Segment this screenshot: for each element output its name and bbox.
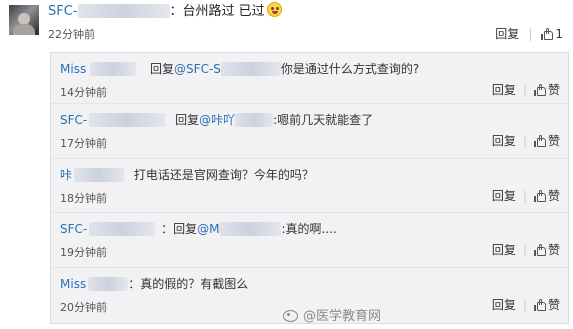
reply-item: Miss 回复@SFC-S 你是通过什么方式查询的? 14分钟前 回复 | 赞 [51,53,568,104]
thumbs-up-icon [541,27,554,40]
reply-time: 17分钟前 [60,137,107,150]
thumbs-up-icon[interactable] [533,243,546,256]
avatar[interactable] [9,5,39,35]
thumbs-up-icon[interactable] [533,134,546,147]
reply-text-line: Miss ：真的假的？有截图么 [60,274,248,294]
like-button[interactable]: 赞 [548,132,560,149]
reply-time: 14分钟前 [60,86,107,99]
reply-prefix: ：回复 [161,222,198,236]
weibo-logo-icon [283,308,299,322]
reply-target-user[interactable]: @咔吖 [199,113,235,127]
like-button[interactable]: 1 [541,27,563,41]
redacted-username [77,4,170,18]
reply-target-user[interactable]: @SFC-S [174,62,221,76]
reply-username[interactable]: Miss [60,62,86,76]
reply-prefix: 回复 [175,113,200,127]
reply-text-line: Miss 回复@SFC-S 你是通过什么方式查询的? [60,59,419,79]
reply-time: 18分钟前 [60,192,107,205]
reply-username[interactable]: SFC- [60,113,87,127]
watermark-text: @医学教育网 [303,309,382,324]
redacted-username [219,222,282,236]
comment-username[interactable]: SFC- [48,4,78,19]
divider: | [522,242,527,257]
comment-colon: ： [169,4,183,19]
top-comment: SFC- ：台州路过 已过 22分钟前 回复 | 1 [0,0,573,52]
reply-button[interactable]: 回复 [492,241,516,258]
divider: | [522,133,527,148]
reply-text-line: 咔 打电话还是官网查询？今年的吗？ [60,165,314,185]
divider: | [522,82,527,97]
reply-button[interactable]: 回复 [492,187,516,204]
thumbs-up-icon[interactable] [533,189,546,202]
reply-time: 20分钟前 [60,301,107,314]
reply-target-user[interactable]: @M [197,222,219,236]
redacted-username [89,222,156,236]
like-button[interactable]: 赞 [548,241,560,258]
comment-text: 台州路过 已过 [182,4,265,19]
reply-actions: 回复 | 赞 [492,132,560,149]
thumbs-up-icon[interactable] [533,83,546,96]
like-count: 1 [555,26,563,41]
thumbs-up-icon[interactable] [533,298,546,311]
reply-button[interactable]: 回复 [492,132,516,149]
reply-item: SFC- ：回复@M :真的啊.... 19分钟前 回复 | 赞 [51,213,568,268]
reply-text-line: SFC- 回复@咔吖 :嗯前几天就能查了 [60,110,373,130]
comment-text-line: SFC- ：台州路过 已过 [48,2,282,22]
reply-item: 咔 打电话还是官网查询？今年的吗？ 18分钟前 回复 | 赞 [51,159,568,213]
reply-username[interactable]: Miss [60,277,86,291]
reply-username[interactable]: SFC- [60,222,87,236]
reply-actions: 回复 | 赞 [492,241,560,258]
like-button[interactable]: 赞 [548,187,560,204]
redacted-username [88,277,129,291]
reply-text: 你是通过什么方式查询的? [280,62,420,76]
comment-actions: 回复 | 1 [495,25,563,42]
reply-text: 打电话还是官网查询？今年的吗？ [133,168,314,182]
watermark: @医学教育网 [283,305,381,324]
divider: | [522,297,527,312]
reply-text: :嗯前几天就能查了 [273,113,374,127]
divider: | [528,26,533,41]
reply-username[interactable]: 咔 [60,168,72,182]
reply-text: :真的啊.... [281,222,337,236]
reply-prefix: 回复 [150,62,175,76]
replies-panel: Miss 回复@SFC-S 你是通过什么方式查询的? 14分钟前 回复 | 赞 S… [50,52,569,324]
redacted-username [74,168,125,182]
reply-button[interactable]: 回复 [492,296,516,313]
reply-button[interactable]: 回复 [495,25,519,42]
reply-button[interactable]: 回复 [492,81,516,98]
redacted-username [235,113,274,127]
reply-time: 19分钟前 [60,246,107,259]
like-button[interactable]: 赞 [548,81,560,98]
divider: | [522,188,527,203]
redacted-username [90,62,137,76]
reply-item: SFC- 回复@咔吖:嗯前几天就能查了 17分钟前 回复 | 赞 [51,104,568,159]
reply-text: ：真的假的？有截图么 [128,277,249,291]
like-button[interactable]: 赞 [548,296,560,313]
reply-actions: 回复 | 赞 [492,81,560,98]
reply-text-line: SFC- ：回复@M :真的啊.... [60,219,337,239]
smile-emoji-icon [266,2,282,17]
reply-actions: 回复 | 赞 [492,187,560,204]
comment-time: 22分钟前 [48,28,95,41]
redacted-username [89,113,166,127]
redacted-username [220,62,281,76]
reply-actions: 回复 | 赞 [492,296,560,313]
